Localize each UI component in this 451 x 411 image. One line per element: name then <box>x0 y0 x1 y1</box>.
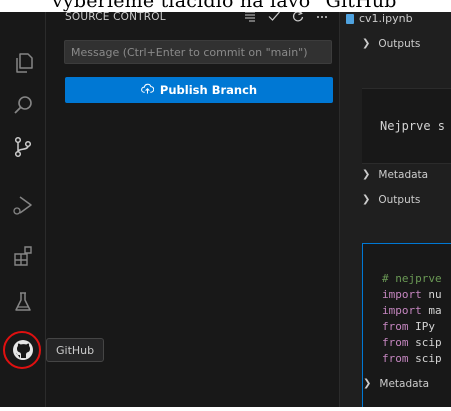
metadata-toggle[interactable]: ❯ Metadata <box>362 164 451 185</box>
outputs-toggle-top[interactable]: ❯ Outputs <box>362 33 451 54</box>
search-icon[interactable] <box>7 89 39 121</box>
chevron-right-icon: ❯ <box>362 169 371 180</box>
tab-cv1-ipynb[interactable]: cv1.ipynb <box>346 12 413 25</box>
code-cell[interactable]: # nejprve import nu import ma from IPy f… <box>362 243 451 411</box>
code-line-4: from IPy <box>382 320 435 333</box>
outputs-toggle[interactable]: ❯ Outputs <box>362 189 451 210</box>
markdown-text: Nejprve s <box>380 119 446 133</box>
bottom-strip <box>0 407 451 411</box>
github-tooltip: GitHub <box>46 338 105 362</box>
cloud-upload-icon <box>141 82 155 98</box>
panel-title: SOURCE CONTROL <box>65 11 166 23</box>
outputs-label: Outputs <box>378 37 421 50</box>
markdown-cell[interactable]: Nejprve s <box>362 88 451 164</box>
metadata-label: Metadata <box>378 168 429 181</box>
chevron-right-icon: ❯ <box>363 378 372 389</box>
code-line-1: # nejprve <box>382 272 442 285</box>
github-highlight-circle <box>3 331 41 369</box>
metadata-label: Metadata <box>379 377 430 390</box>
code-line-3: import ma <box>382 304 442 317</box>
publish-branch-label: Publish Branch <box>159 83 258 97</box>
flask-icon[interactable] <box>7 286 39 318</box>
editor-area: cv1.ipynb ❯ Outputs Nejprve s ❯ Metadata… <box>340 0 451 411</box>
caption-text: vyberieme tlačidlo na ľavo "GitHub" <box>52 0 406 12</box>
code-line-5: from scip <box>382 336 442 349</box>
caption-strip: vyberieme tlačidlo na ľavo "GitHub" <box>0 0 451 12</box>
outputs-label: Outputs <box>378 193 421 206</box>
source-control-icon[interactable] <box>7 131 39 163</box>
metadata-toggle-bottom[interactable]: ❯ Metadata <box>363 373 451 394</box>
files-icon[interactable] <box>7 47 39 79</box>
publish-branch-button[interactable]: Publish Branch <box>65 77 333 103</box>
tooltip-label: GitHub <box>56 343 95 357</box>
commit-message-input[interactable] <box>64 40 332 64</box>
tab-label: cv1.ipynb <box>359 12 413 25</box>
notebook-icon <box>346 13 354 24</box>
chevron-right-icon: ❯ <box>362 38 371 49</box>
run-debug-icon[interactable] <box>7 189 39 221</box>
code-line-6: from scip <box>382 352 442 365</box>
extensions-icon[interactable] <box>7 240 39 272</box>
chevron-right-icon: ❯ <box>362 194 371 205</box>
code-line-2: import nu <box>382 288 442 301</box>
